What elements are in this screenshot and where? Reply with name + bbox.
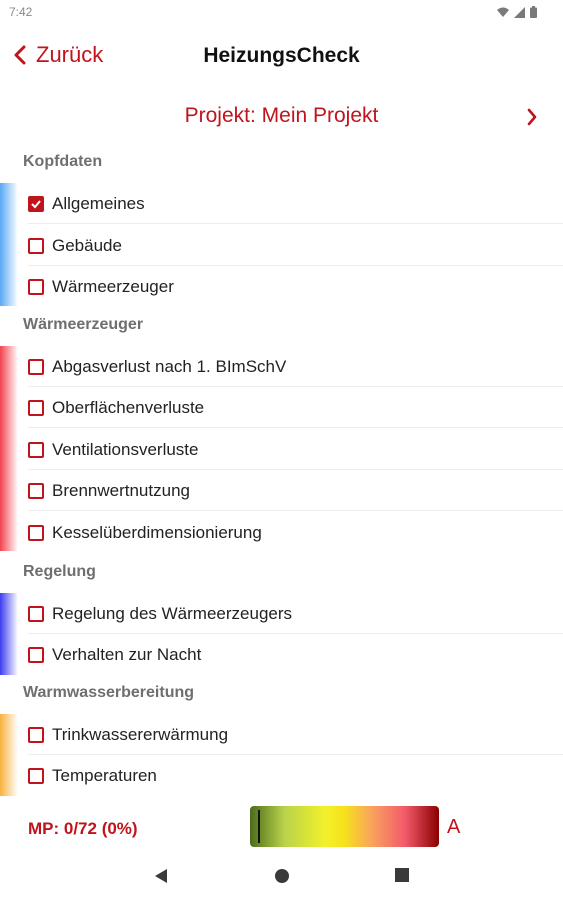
checklist-item[interactable]: Allgemeines — [18, 183, 563, 224]
checklist-item-label: Oberflächenverluste — [52, 397, 205, 417]
page-title: HeizungsCheck — [203, 44, 360, 67]
checklist-item[interactable]: Regelung des Wärmeerzeugers — [18, 593, 563, 634]
checklist-item-label: Abgasverlust nach 1. BImSchV — [52, 356, 287, 376]
wifi-icon — [497, 7, 509, 17]
checkbox[interactable] — [28, 441, 44, 458]
status-icons — [497, 6, 537, 18]
checklist-item-label: Wärmeerzeuger — [52, 276, 174, 296]
checklist-item[interactable]: Kesselüberdimensionierung — [18, 512, 563, 553]
checklist-item[interactable]: Ventilationsverluste — [18, 429, 563, 470]
checklist-item-label: Regelung des Wärmeerzeugers — [52, 603, 293, 623]
section-header: Kopfdaten — [23, 153, 103, 170]
checklist-item[interactable]: Brennwertnutzung — [18, 470, 563, 511]
checklist-item[interactable]: Verhalten zur Nacht — [18, 634, 563, 675]
divider — [28, 223, 563, 224]
checkbox[interactable] — [28, 237, 44, 254]
battery-icon — [530, 6, 537, 18]
nav-back-icon[interactable] — [154, 868, 168, 884]
nav-recents-icon[interactable] — [395, 868, 409, 882]
section-header: Regelung — [23, 563, 96, 580]
signal-icon — [514, 6, 525, 18]
section-color-bar — [0, 593, 18, 675]
checkbox[interactable] — [28, 358, 44, 375]
checklist-item-label: Ventilationsverluste — [52, 439, 199, 459]
status-bar: 7:42 — [0, 0, 563, 26]
app-navbar: Zurück HeizungsCheck — [0, 36, 563, 78]
section-color-bar — [0, 183, 18, 306]
checklist-item[interactable]: Oberflächenverluste — [18, 387, 563, 428]
checklist-item[interactable]: Gebäude — [18, 225, 563, 266]
system-nav-bar — [0, 856, 563, 900]
checklist-item-label: Gebäude — [52, 235, 122, 255]
checklist-item-label: Brennwertnutzung — [52, 480, 190, 500]
gauge-marker — [258, 810, 260, 843]
checkbox[interactable] — [28, 399, 44, 416]
project-label: Projekt: Mein Projekt — [184, 104, 379, 127]
checkbox-checked[interactable] — [28, 195, 44, 212]
mp-score-label: MP: 0/72 (0%) — [28, 819, 138, 838]
divider — [28, 427, 563, 428]
checklist-item-label: Verhalten zur Nacht — [52, 644, 202, 664]
checkbox[interactable] — [28, 482, 44, 499]
checklist-item[interactable]: Wärmeerzeuger — [18, 266, 563, 307]
status-time: 7:42 — [9, 5, 33, 19]
checkbox[interactable] — [28, 278, 44, 295]
score-gauge — [250, 806, 439, 847]
checkmark-icon — [31, 199, 41, 208]
section-color-bar — [0, 714, 18, 796]
checkbox[interactable] — [28, 726, 44, 743]
checkbox[interactable] — [28, 767, 44, 784]
divider — [28, 510, 563, 511]
checkbox[interactable] — [28, 524, 44, 541]
checkbox[interactable] — [28, 646, 44, 663]
checklist-item-label: Allgemeines — [52, 193, 145, 213]
checkbox[interactable] — [28, 605, 44, 622]
checklist-item-label: Trinkwassererwärmung — [52, 724, 229, 744]
section-header: Wärmeerzeuger — [23, 316, 144, 333]
checklist-item[interactable]: Trinkwassererwärmung — [18, 714, 563, 755]
nav-home-icon[interactable] — [274, 868, 290, 884]
project-selector[interactable]: Projekt: Mein Projekt — [0, 100, 563, 136]
grade-label: A — [447, 816, 461, 838]
section-color-bar — [0, 346, 18, 551]
checklist-item[interactable]: Temperaturen — [18, 755, 563, 796]
chevron-right-icon — [527, 108, 537, 126]
section-header: Warmwasserbereitung — [23, 684, 195, 701]
checklist-item-label: Temperaturen — [52, 765, 157, 785]
score-footer: MP: 0/72 (0%) A — [0, 800, 563, 852]
checklist-item[interactable]: Abgasverlust nach 1. BImSchV — [18, 346, 563, 387]
checklist-item-label: Kesselüberdimensionierung — [52, 522, 262, 542]
